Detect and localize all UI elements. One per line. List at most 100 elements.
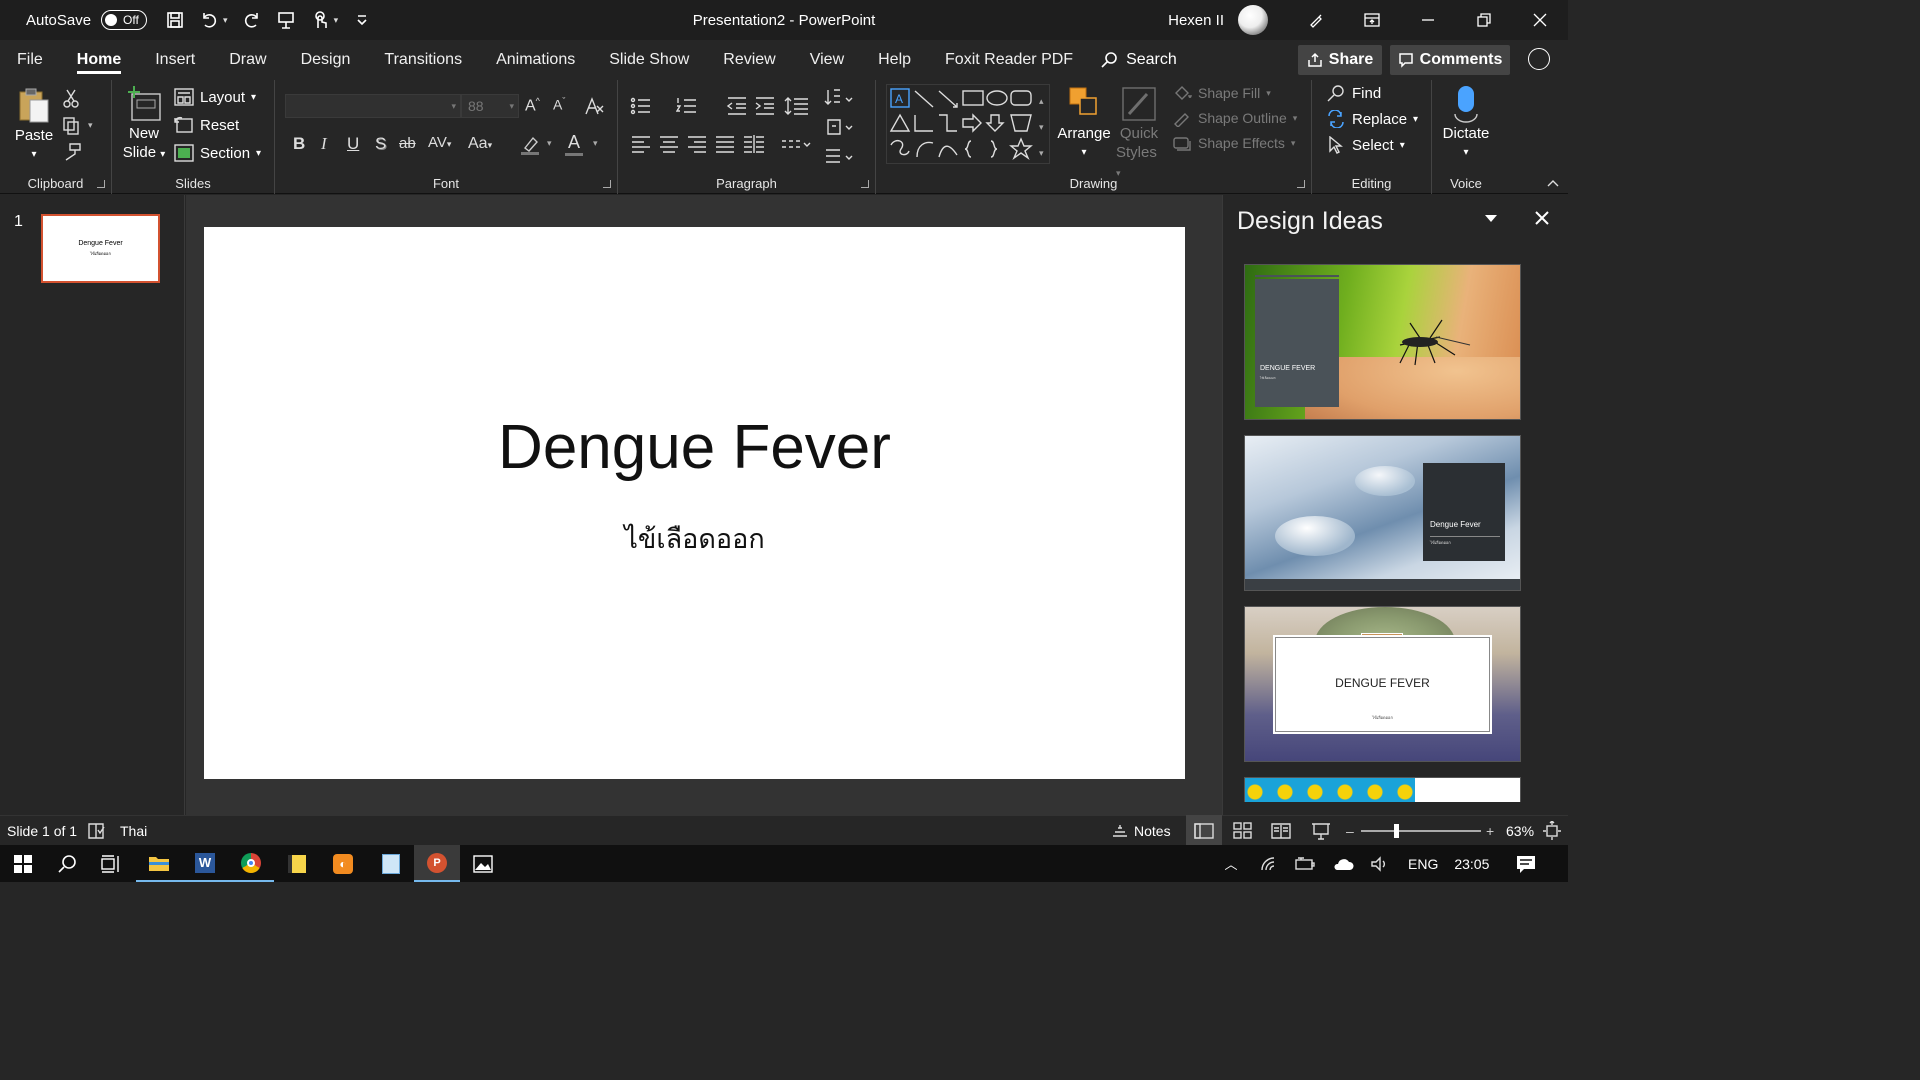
fit-slide-to-window-icon[interactable] bbox=[1542, 821, 1562, 841]
shadow-button[interactable]: S bbox=[375, 134, 386, 154]
font-size-box[interactable]: 88 ▾ bbox=[461, 94, 519, 118]
slide-title[interactable]: Dengue Fever bbox=[204, 412, 1185, 483]
powerpoint-icon[interactable]: P bbox=[414, 845, 460, 882]
comments-button[interactable]: Comments bbox=[1390, 45, 1510, 75]
tab-draw[interactable]: Draw bbox=[212, 40, 283, 80]
slide-sorter-icon[interactable] bbox=[1233, 822, 1253, 840]
share-button[interactable]: Share bbox=[1298, 45, 1382, 75]
select-button[interactable]: Select ▾ bbox=[1326, 136, 1405, 154]
shrink-font-button[interactable]: Aˇ bbox=[553, 96, 565, 113]
numbering-icon[interactable] bbox=[676, 96, 704, 116]
pen-icon[interactable] bbox=[1288, 0, 1344, 40]
shapes-gallery[interactable]: A bbox=[886, 84, 1050, 164]
highlight-dropdown-icon[interactable]: ▾ bbox=[547, 138, 552, 149]
panel-options-chevron-down-icon[interactable] bbox=[1485, 215, 1497, 222]
slide-canvas[interactable]: Dengue Fever ไข้เลือดออก bbox=[204, 227, 1185, 779]
increase-indent-icon[interactable] bbox=[754, 96, 776, 116]
redo-icon[interactable] bbox=[242, 10, 262, 30]
tab-file[interactable]: File bbox=[0, 40, 60, 80]
replace-button[interactable]: Replace ▾ bbox=[1326, 110, 1418, 128]
notepad-icon[interactable] bbox=[368, 845, 414, 882]
tab-insert[interactable]: Insert bbox=[138, 40, 212, 80]
undo-dropdown-icon[interactable]: ▾ bbox=[223, 15, 228, 26]
highlight-icon[interactable] bbox=[519, 134, 543, 156]
slide-subtitle[interactable]: ไข้เลือดออก bbox=[204, 517, 1185, 560]
paste-button[interactable]: Paste ▾ bbox=[12, 86, 56, 164]
shape-effects-button[interactable]: Shape Effects ▾ bbox=[1172, 134, 1295, 152]
font-name-box[interactable]: ▾ bbox=[285, 94, 461, 118]
action-center-icon[interactable] bbox=[1515, 854, 1537, 874]
dictate-button[interactable]: Dictate ▾ bbox=[1438, 84, 1494, 162]
align-center-icon[interactable] bbox=[658, 134, 680, 154]
font-launcher-icon[interactable] bbox=[603, 180, 611, 188]
zoom-out-icon[interactable]: – bbox=[1346, 823, 1354, 839]
bold-button[interactable]: B bbox=[293, 134, 305, 154]
columns-icon[interactable] bbox=[742, 134, 766, 154]
clock[interactable]: 23:05 bbox=[1454, 856, 1489, 872]
slide-thumbnail[interactable]: Dengue Fever ไข้เลือดออก bbox=[41, 214, 160, 283]
design-idea-2[interactable]: Dengue Fever ไข้เลือดออก bbox=[1244, 435, 1521, 591]
zoom-slider-thumb[interactable] bbox=[1394, 824, 1399, 838]
wifi-icon[interactable] bbox=[1260, 856, 1278, 872]
paragraph-launcher-icon[interactable] bbox=[861, 180, 869, 188]
slide-show-icon[interactable] bbox=[1311, 822, 1331, 840]
find-button[interactable]: Find bbox=[1326, 84, 1381, 102]
photos-icon[interactable] bbox=[460, 845, 506, 882]
design-idea-1[interactable]: DENGUE FEVER ไข้เลือดออก bbox=[1244, 264, 1521, 420]
strikethrough-button[interactable]: ab bbox=[399, 135, 416, 152]
ribbon-display-options-icon[interactable] bbox=[1344, 0, 1400, 40]
quick-styles-button[interactable]: Quick Styles ▾ bbox=[1116, 84, 1162, 183]
section-button[interactable]: Section ▾ bbox=[174, 144, 261, 162]
font-color-dropdown-icon[interactable]: ▾ bbox=[593, 138, 598, 149]
paragraph-spacing-icon[interactable] bbox=[780, 134, 812, 154]
tab-transitions[interactable]: Transitions bbox=[367, 40, 479, 80]
tab-foxit[interactable]: Foxit Reader PDF bbox=[928, 40, 1090, 80]
touch-mode-dropdown-icon[interactable]: ▾ bbox=[334, 15, 339, 26]
word-icon[interactable]: W bbox=[182, 845, 228, 882]
tab-design[interactable]: Design bbox=[284, 40, 368, 80]
reading-view-icon[interactable] bbox=[1271, 822, 1291, 840]
clipboard-launcher-icon[interactable] bbox=[97, 180, 105, 188]
app-orange-icon[interactable]: ◐ bbox=[320, 845, 366, 882]
taskbar-search-icon[interactable] bbox=[44, 845, 90, 882]
layout-button[interactable]: Layout ▾ bbox=[174, 88, 256, 106]
volume-icon[interactable] bbox=[1370, 855, 1390, 872]
show-hidden-icons-chevron-up-icon[interactable]: ︿ bbox=[1220, 854, 1242, 873]
shape-fill-button[interactable]: Shape Fill ▾ bbox=[1172, 84, 1271, 102]
tab-help[interactable]: Help bbox=[861, 40, 928, 80]
design-idea-3[interactable]: DENGUE FEVER ไข้เลือดออก bbox=[1244, 606, 1521, 762]
close-panel-icon[interactable] bbox=[1535, 211, 1549, 225]
new-slide-button[interactable]: New Slide ▾ bbox=[120, 84, 168, 164]
normal-view-icon[interactable] bbox=[1194, 823, 1214, 839]
arrange-button[interactable]: Arrange ▾ bbox=[1057, 84, 1111, 162]
align-right-icon[interactable] bbox=[686, 134, 708, 154]
new-slide-dropdown-icon[interactable]: ▾ bbox=[160, 149, 165, 160]
font-name-dropdown-icon[interactable]: ▾ bbox=[451, 95, 456, 117]
format-painter-icon[interactable] bbox=[62, 142, 82, 162]
battery-icon[interactable] bbox=[1294, 856, 1316, 872]
zoom-slider[interactable] bbox=[1361, 824, 1481, 838]
shapes-scroll[interactable]: ▴ ▾ ▾ bbox=[1039, 88, 1044, 166]
minimize-icon[interactable] bbox=[1400, 0, 1456, 40]
tab-view[interactable]: View bbox=[793, 40, 861, 80]
onedrive-cloud-icon[interactable] bbox=[1332, 856, 1354, 872]
decrease-indent-icon[interactable] bbox=[726, 96, 748, 116]
zoom-level[interactable]: 63% bbox=[1506, 823, 1534, 839]
design-idea-4[interactable] bbox=[1244, 777, 1521, 802]
reset-button[interactable]: Reset bbox=[174, 116, 239, 134]
tab-review[interactable]: Review bbox=[706, 40, 792, 80]
search-box[interactable]: Search bbox=[1100, 51, 1177, 69]
copy-dropdown-icon[interactable]: ▾ bbox=[88, 120, 93, 131]
grow-font-button[interactable]: A^ bbox=[525, 96, 540, 115]
spelling-check-icon[interactable] bbox=[87, 822, 105, 840]
tab-slide-show[interactable]: Slide Show bbox=[592, 40, 706, 80]
close-icon[interactable] bbox=[1512, 0, 1568, 40]
paste-dropdown-icon[interactable]: ▾ bbox=[31, 145, 36, 164]
underline-button[interactable]: U bbox=[347, 134, 359, 154]
font-size-dropdown-icon[interactable]: ▾ bbox=[509, 95, 514, 117]
input-language[interactable]: ENG bbox=[1408, 856, 1438, 872]
cut-icon[interactable] bbox=[62, 88, 80, 108]
tab-animations[interactable]: Animations bbox=[479, 40, 592, 80]
collapse-ribbon-icon[interactable] bbox=[1546, 178, 1560, 188]
file-explorer-icon[interactable] bbox=[136, 845, 182, 882]
